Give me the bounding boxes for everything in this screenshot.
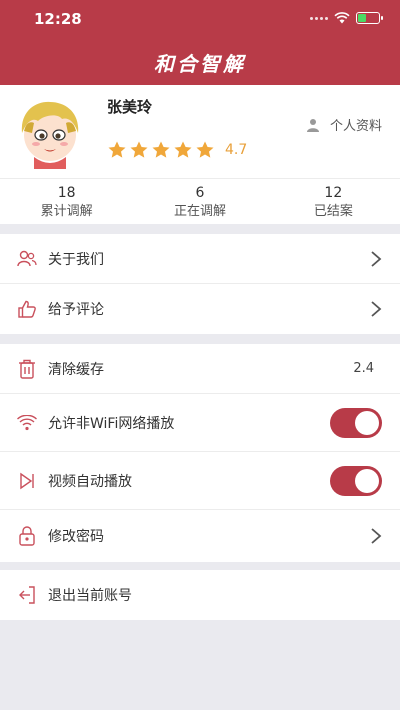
menu-label: 退出当前账号 — [48, 588, 132, 604]
menu-label: 关于我们 — [48, 251, 104, 268]
stat-label: 累计调解 — [40, 204, 93, 219]
app-header: 12:28 和合智解 — [0, 0, 400, 85]
wifi-icon — [334, 12, 350, 24]
non-wifi-toggle[interactable] — [330, 407, 382, 438]
stat-count: 18 — [57, 185, 76, 201]
logout-icon — [16, 584, 38, 606]
star-icon — [130, 141, 148, 158]
chevron-right-icon — [371, 301, 382, 317]
stat-closed[interactable]: 12 已结案 — [267, 179, 400, 224]
signal-icon — [310, 16, 328, 20]
trash-icon — [16, 358, 38, 380]
wifi-icon — [16, 412, 38, 434]
stat-label: 正在调解 — [173, 204, 226, 219]
menu-label: 允许非WiFi网络播放 — [48, 415, 175, 432]
menu-item-clear-cache[interactable]: 清除缓存 2.4 — [0, 344, 400, 394]
rating-stars — [107, 140, 215, 160]
toggle-knob — [355, 410, 379, 435]
menu-item-non-wifi[interactable]: 允许非WiFi网络播放 — [0, 394, 400, 452]
menu-item-about[interactable]: 关于我们 — [0, 234, 400, 284]
toggle-knob — [355, 468, 379, 493]
profile-card: 张美玲 4.7 个人资料 — [0, 85, 400, 178]
star-icon — [174, 141, 192, 158]
menu-label: 视频自动播放 — [48, 473, 132, 490]
cache-size: 2.4 — [353, 361, 374, 376]
chevron-right-icon — [371, 250, 382, 267]
menu-label: 修改密码 — [48, 529, 104, 545]
chevron-right-icon — [371, 528, 382, 544]
menu-group-account: 退出当前账号 — [0, 570, 400, 620]
star-icon — [196, 141, 214, 158]
stat-count: 6 — [195, 185, 205, 201]
rating-value: 4.7 — [225, 142, 248, 158]
stat-total[interactable]: 18 累计调解 — [0, 179, 133, 224]
menu-label: 清除缓存 — [48, 361, 104, 378]
autoplay-toggle[interactable] — [330, 465, 382, 496]
stat-label: 已结案 — [313, 204, 353, 219]
menu-item-autoplay[interactable]: 视频自动播放 — [0, 452, 400, 510]
profile-link-label: 个人资料 — [329, 119, 382, 134]
thumbs-up-icon — [16, 298, 38, 320]
star-icon — [152, 141, 170, 158]
profile-link[interactable]: 个人资料 — [306, 115, 382, 134]
menu-group-settings: 清除缓存 2.4 允许非WiFi网络播放 视频自动播放 修改密码 — [0, 344, 400, 562]
menu-group-info: 关于我们 给予评论 — [0, 234, 400, 334]
stat-count: 12 — [324, 185, 343, 201]
person-icon — [306, 118, 319, 132]
battery-icon — [356, 12, 383, 24]
stats-bar: 18 累计调解 6 正在调解 12 已结案 — [0, 178, 400, 224]
menu-item-logout[interactable]: 退出当前账号 — [0, 570, 400, 620]
menu-item-change-password[interactable]: 修改密码 — [0, 510, 400, 562]
play-icon — [16, 470, 38, 492]
app-title: 和合智解 — [154, 52, 246, 76]
stat-ongoing[interactable]: 6 正在调解 — [133, 179, 266, 224]
status-time: 12:28 — [34, 10, 82, 28]
status-icons — [310, 11, 383, 25]
lock-icon — [16, 525, 38, 547]
menu-item-review[interactable]: 给予评论 — [0, 284, 400, 334]
users-icon — [16, 248, 38, 270]
user-name: 张美玲 — [107, 98, 153, 116]
star-icon — [108, 141, 126, 158]
avatar[interactable] — [14, 97, 86, 169]
menu-label: 给予评论 — [48, 302, 104, 318]
